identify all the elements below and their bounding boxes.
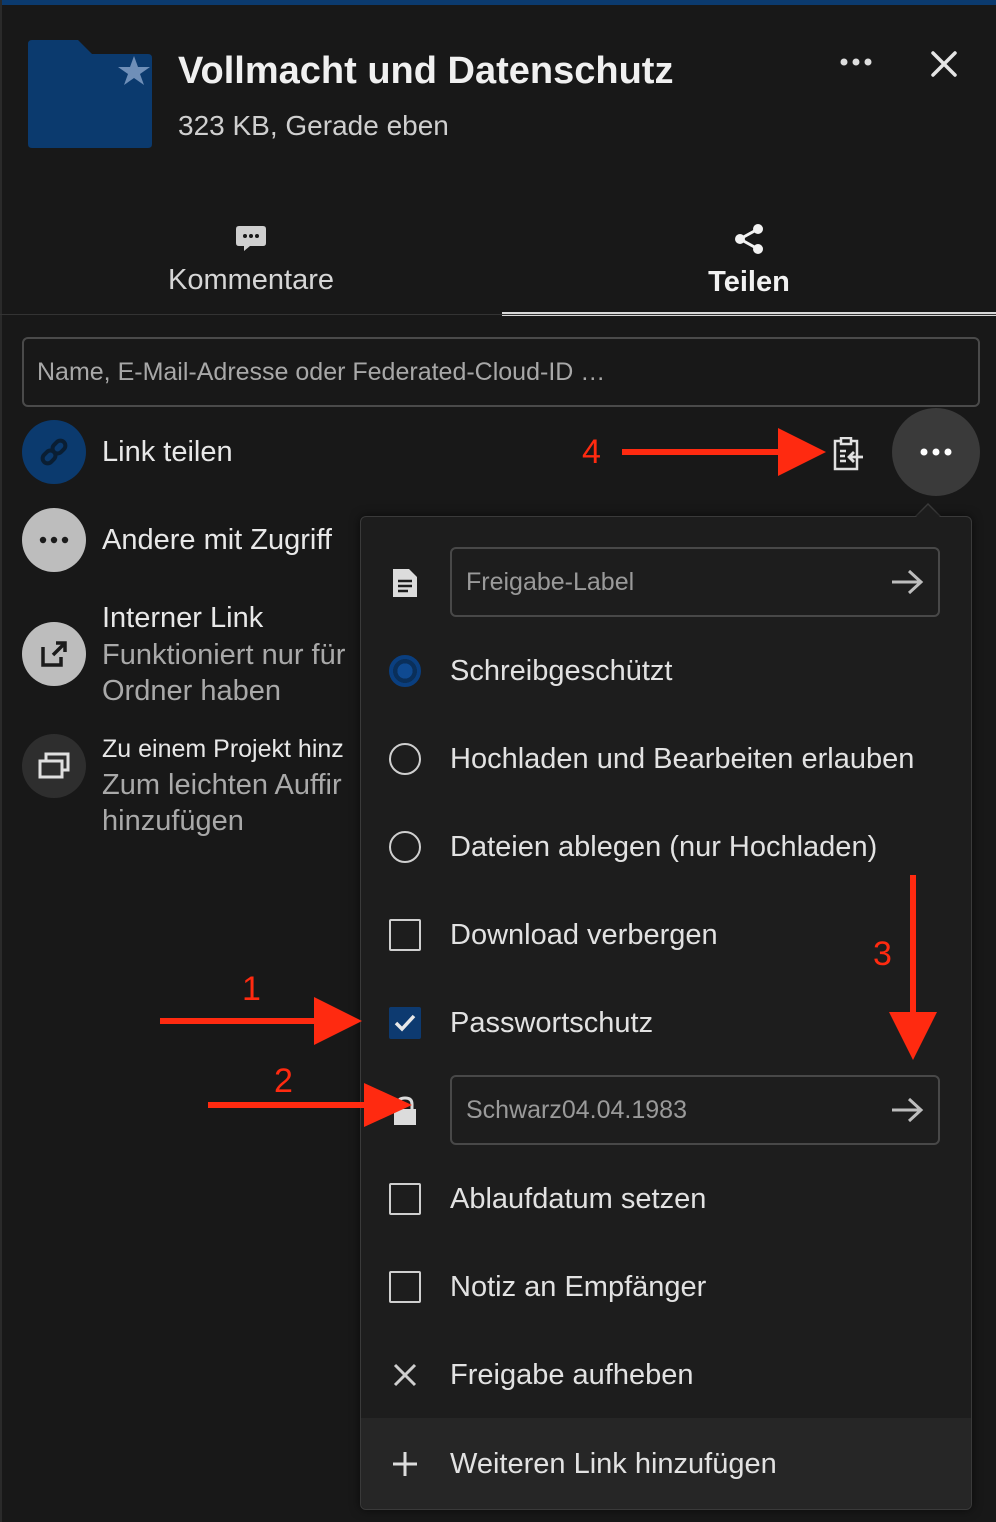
more-horizontal-icon xyxy=(920,448,952,456)
share-link-label[interactable]: Link teilen xyxy=(102,436,233,469)
arrow-right-icon[interactable] xyxy=(890,568,924,596)
others-avatar xyxy=(22,508,86,572)
password-input[interactable]: Schwarz04.04.1983 xyxy=(450,1075,940,1145)
option-upload-edit-label: Hochladen und Bearbeiten erlauben xyxy=(450,742,915,775)
project-label[interactable]: Zu einem Projekt hinz xyxy=(102,735,344,764)
lock-icon xyxy=(388,1094,422,1128)
add-link-button[interactable]: Weiteren Link hinzufügen xyxy=(388,1434,958,1494)
checkbox-checked[interactable] xyxy=(389,1007,421,1039)
option-readonly[interactable]: Schreibgeschützt xyxy=(388,641,958,701)
checkbox-unchecked[interactable] xyxy=(389,1183,421,1215)
tab-comments-label: Kommentare xyxy=(167,264,334,296)
option-file-drop-label: Dateien ablegen (nur Hochladen) xyxy=(450,830,878,863)
option-expiry[interactable]: Ablaufdatum setzen xyxy=(388,1169,958,1229)
close-icon xyxy=(931,51,957,77)
more-horizontal-icon xyxy=(840,58,872,66)
password-value: Schwarz04.04.1983 xyxy=(466,1095,687,1124)
annotation-2: 2 xyxy=(274,1062,293,1100)
top-accent-bar xyxy=(0,0,996,5)
close-button[interactable] xyxy=(922,42,966,86)
tabs-divider xyxy=(0,314,996,315)
option-hide-download-label: Download verbergen xyxy=(450,918,718,951)
internal-link-label[interactable]: Interner Link xyxy=(102,602,263,635)
checkbox-unchecked[interactable] xyxy=(389,919,421,951)
radio-unchecked[interactable] xyxy=(389,831,421,863)
option-password-label: Passwortschutz xyxy=(450,1006,654,1039)
search-placeholder: Name, E-Mail-Adresse oder Federated-Clou… xyxy=(37,357,606,386)
file-meta: 323 KB, Gerade eben xyxy=(178,110,449,141)
option-note-label: Notiz an Empfänger xyxy=(450,1270,707,1303)
unshare-label: Freigabe aufheben xyxy=(450,1358,694,1391)
text-file-icon xyxy=(388,566,422,600)
plus-icon xyxy=(388,1447,422,1481)
checkmark-icon xyxy=(394,1014,416,1032)
project-avatar xyxy=(22,734,86,798)
more-horizontal-icon xyxy=(39,536,69,544)
copy-link-button[interactable] xyxy=(826,434,870,474)
add-link-label: Weiteren Link hinzufügen xyxy=(450,1447,777,1480)
internal-link-avatar xyxy=(22,622,86,686)
tab-share-label: Teilen xyxy=(708,266,790,298)
header-more-button[interactable] xyxy=(834,44,878,80)
option-expiry-label: Ablaufdatum setzen xyxy=(450,1182,707,1215)
arrow-right-icon[interactable] xyxy=(890,1096,924,1124)
checkbox-unchecked[interactable] xyxy=(389,1271,421,1303)
radio-unchecked[interactable] xyxy=(389,743,421,775)
option-upload-edit[interactable]: Hochladen und Bearbeiten erlauben xyxy=(388,729,958,789)
option-password[interactable]: Passwortschutz xyxy=(388,993,958,1053)
others-access-label[interactable]: Andere mit Zugriff xyxy=(102,524,332,557)
share-label-input[interactable]: Freigabe-Label xyxy=(450,547,940,617)
annotation-1: 1 xyxy=(242,970,261,1008)
internal-link-desc-1: Funktioniert nur für xyxy=(102,639,346,671)
annotation-4: 4 xyxy=(582,433,601,471)
close-icon xyxy=(388,1358,422,1392)
share-actions-menu-button[interactable] xyxy=(892,408,980,496)
comment-icon xyxy=(236,226,266,251)
clipboard-copy-icon xyxy=(833,437,863,471)
share-icon xyxy=(735,224,763,254)
tab-share[interactable]: Teilen xyxy=(502,212,996,316)
project-icon xyxy=(38,752,70,779)
folder-star-icon xyxy=(28,40,152,148)
internal-link-desc-2: Ordner haben xyxy=(102,675,281,707)
project-desc-2: hinzufügen xyxy=(102,805,244,837)
option-readonly-label: Schreibgeschützt xyxy=(450,654,673,687)
annotation-3: 3 xyxy=(873,935,892,973)
link-icon xyxy=(40,438,68,466)
file-title: Vollmacht und Datenschutz xyxy=(178,50,674,92)
external-link-icon xyxy=(41,641,67,667)
option-file-drop[interactable]: Dateien ablegen (nur Hochladen) xyxy=(388,817,958,877)
project-desc-1: Zum leichten Auffir xyxy=(102,769,342,801)
link-avatar xyxy=(22,420,86,484)
radio-checked[interactable] xyxy=(389,655,421,687)
tab-comments[interactable]: Kommentare xyxy=(0,212,502,316)
share-label-placeholder: Freigabe-Label xyxy=(466,567,635,596)
unshare-button[interactable]: Freigabe aufheben xyxy=(388,1345,958,1405)
option-note[interactable]: Notiz an Empfänger xyxy=(388,1257,958,1317)
share-search-input[interactable]: Name, E-Mail-Adresse oder Federated-Clou… xyxy=(22,337,980,407)
